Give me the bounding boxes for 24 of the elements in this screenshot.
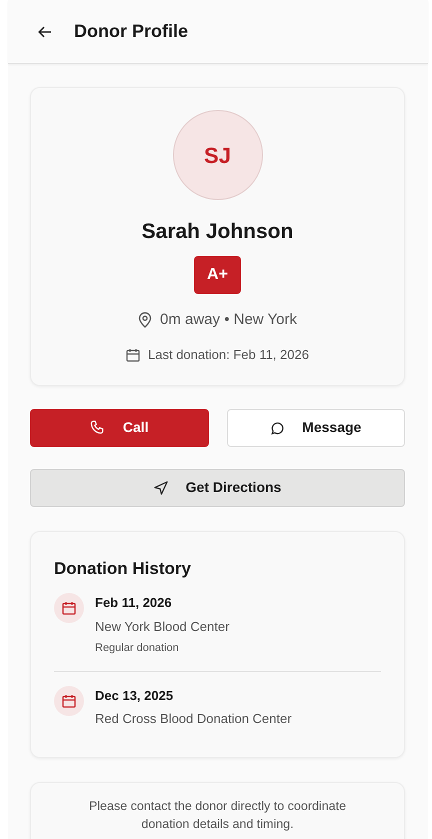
- donor-name: Sarah Johnson: [142, 219, 294, 245]
- donation-date: Feb 11, 2026: [95, 594, 173, 612]
- calendar-icon: [54, 593, 84, 623]
- avatar: SJ: [172, 110, 262, 200]
- message-button[interactable]: Message: [226, 408, 405, 446]
- chat-bubble-icon: [270, 420, 284, 434]
- directions-button[interactable]: Get Directions: [30, 468, 405, 506]
- donation-center: Red Cross Blood Donation Center: [95, 710, 292, 728]
- donation-note: Regular donation: [95, 641, 180, 656]
- back-icon[interactable]: [38, 26, 52, 38]
- section-title: Donation History: [54, 558, 192, 580]
- location-pin-icon: [138, 312, 152, 328]
- calendar-icon: [54, 686, 84, 716]
- blood-type-badge: A+: [194, 256, 241, 294]
- call-button[interactable]: Call: [30, 408, 208, 446]
- donation-center: New York Blood Center: [95, 618, 230, 636]
- page-title: Donor Profile: [74, 20, 188, 42]
- location-text: 0m away • New York: [160, 310, 297, 330]
- phone-icon: [90, 420, 105, 435]
- calendar-icon: [126, 348, 140, 362]
- last-donation-text: Last donation: Feb 11, 2026: [148, 346, 309, 364]
- donation-date: Dec 13, 2025: [95, 686, 174, 704]
- notice-text: Please contact the donor directly to coordinate donation details and timing.: [88, 798, 348, 834]
- navigation-arrow-icon: [154, 480, 168, 494]
